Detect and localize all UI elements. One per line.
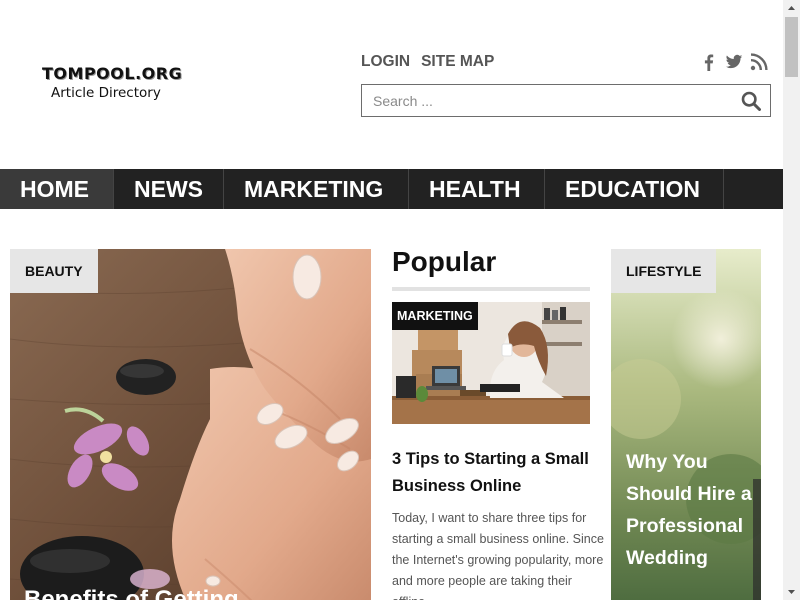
nav-item-home[interactable]: HOME xyxy=(0,169,114,209)
login-link[interactable]: LOGIN xyxy=(361,52,410,72)
nav-item-marketing[interactable]: MARKETING xyxy=(224,169,409,209)
top-links: LOGIN SITE MAP xyxy=(361,52,494,72)
featured-article-beauty[interactable]: BEAUTY Benefits of Getting xyxy=(10,249,371,600)
scroll-down-arrow-icon[interactable] xyxy=(783,583,800,600)
page: TOMPOOL.ORG Article Directory LOGIN SITE… xyxy=(0,0,783,600)
nav-item-news[interactable]: NEWS xyxy=(114,169,224,209)
main-nav: HOME NEWS MARKETING HEALTH EDUCATION xyxy=(0,169,783,209)
featured-article-lifestyle[interactable]: LIFESTYLE Why You Should Hire a Professi… xyxy=(611,249,761,600)
category-badge-lifestyle[interactable]: LIFESTYLE xyxy=(611,249,717,293)
featured-article-title-lifestyle[interactable]: Why You Should Hire a Professional Weddi… xyxy=(626,446,756,574)
popular-article-image[interactable]: MARKETING xyxy=(392,302,590,424)
facebook-icon[interactable] xyxy=(700,53,718,71)
nav-item-health[interactable]: HEALTH xyxy=(409,169,545,209)
feet-manicure-image xyxy=(10,249,371,600)
search-icon[interactable] xyxy=(741,91,761,111)
featured-article-title[interactable]: Benefits of Getting xyxy=(24,586,239,600)
category-badge-marketing[interactable]: MARKETING xyxy=(392,302,478,330)
search-box xyxy=(361,84,771,117)
site-logo[interactable]: TOMPOOL.ORG Article Directory xyxy=(42,64,182,102)
popular-heading: Popular xyxy=(392,246,497,277)
nav-item-education[interactable]: EDUCATION xyxy=(545,169,724,209)
category-badge-beauty[interactable]: BEAUTY xyxy=(10,249,98,293)
scrollbar-thumb[interactable] xyxy=(785,17,798,77)
popular-article-excerpt: Today, I want to share three tips for st… xyxy=(392,511,604,600)
search-input[interactable] xyxy=(373,85,723,116)
scrollbar[interactable] xyxy=(783,0,800,600)
rss-icon[interactable] xyxy=(750,53,768,71)
site-subtitle: Article Directory xyxy=(51,85,161,101)
popular-article-title[interactable]: 3 Tips to Starting a Small Business Onli… xyxy=(392,446,602,500)
social-links xyxy=(700,53,768,71)
scroll-up-arrow-icon[interactable] xyxy=(783,0,800,17)
site-map-link[interactable]: SITE MAP xyxy=(421,52,494,72)
popular-divider xyxy=(392,287,590,291)
twitter-icon[interactable] xyxy=(725,53,743,71)
site-title[interactable]: TOMPOOL.ORG xyxy=(42,64,182,84)
